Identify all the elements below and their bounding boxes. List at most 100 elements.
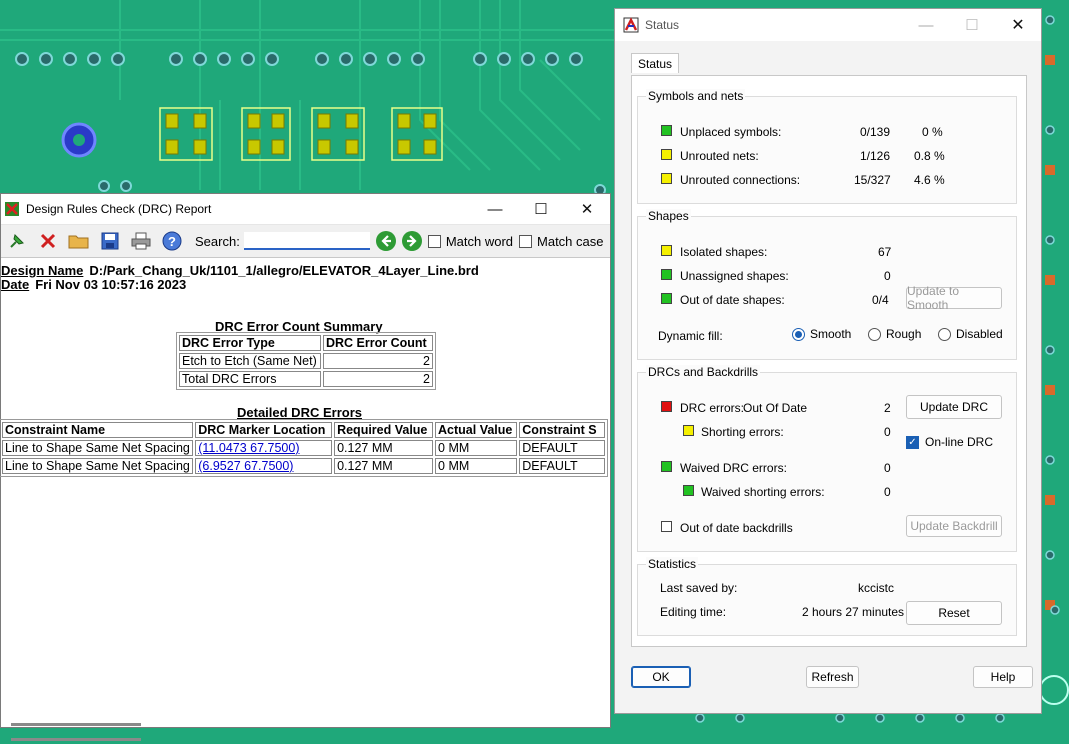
- search-input[interactable]: [243, 232, 370, 250]
- status-window: Status — ☐ ✕ Status Symbols and nets Unp…: [614, 8, 1042, 714]
- statistics-group: Statistics Last saved by: kccistc Editin…: [637, 557, 1017, 636]
- waived-value: 0: [884, 461, 891, 475]
- rough-radio[interactable]: Rough: [868, 327, 921, 341]
- unrouted-nets-label: Unrouted nets:: [680, 149, 759, 163]
- table-header: DRC Marker Location: [195, 422, 333, 438]
- drc-report-window: Design Rules Check (DRC) Report — ☐ ✕ ? …: [0, 193, 611, 741]
- save-icon[interactable]: [96, 227, 124, 255]
- radio-dot[interactable]: [792, 327, 805, 341]
- drc-window-title: Design Rules Check (DRC) Report: [26, 202, 212, 216]
- rough-label: Rough: [886, 327, 922, 341]
- design-name-label: Design Name: [1, 263, 84, 278]
- table-row: Line to Shape Same Net Spacing (6.9527 6…: [2, 458, 605, 474]
- smooth-radio[interactable]: Smooth: [792, 327, 851, 341]
- help-button[interactable]: Help: [973, 666, 1033, 688]
- table-header: DRC Error Type: [179, 335, 321, 351]
- date-value: Fri Nov 03 10:57:16 2023: [35, 277, 187, 292]
- table-header: Actual Value: [435, 422, 518, 438]
- symbols-nets-group: Symbols and nets Unplaced symbols: 0/139…: [637, 89, 1017, 204]
- unrouted-conn-label: Unrouted connections:: [680, 173, 801, 187]
- table-cell[interactable]: (11.0473 67.7500): [195, 440, 333, 456]
- delete-icon[interactable]: [34, 227, 62, 255]
- status-indicator-red: [661, 401, 672, 412]
- online-drc-label: On-line DRC: [925, 435, 994, 449]
- scrollbar-thumb[interactable]: [11, 738, 141, 741]
- search-next-button[interactable]: [401, 231, 422, 251]
- refresh-button[interactable]: Refresh: [806, 666, 859, 688]
- horizontal-scrollbar[interactable]: [11, 714, 286, 741]
- disabled-label: Disabled: [956, 327, 1003, 341]
- maximize-button[interactable]: ☐: [518, 194, 564, 224]
- outdated-shapes-value: 0/4: [872, 293, 889, 307]
- waived-label: Waived DRC errors:: [680, 461, 787, 475]
- match-case-checkbox[interactable]: Match case: [519, 234, 604, 249]
- shapes-group: Shapes Isolated shapes: 67 Unassigned sh…: [637, 209, 1017, 360]
- drc-titlebar[interactable]: Design Rules Check (DRC) Report — ☐ ✕: [1, 194, 610, 225]
- pin-icon[interactable]: [3, 227, 31, 255]
- unassigned-value: 0: [884, 269, 891, 283]
- radio-dot[interactable]: [868, 327, 881, 341]
- table-cell: 2: [323, 371, 433, 387]
- online-drc-checkbox[interactable]: ✓ On-line DRC: [906, 435, 993, 449]
- table-cell: DEFAULT: [519, 458, 605, 474]
- match-word-label: Match word: [445, 233, 514, 249]
- search-label: Search:: [195, 233, 240, 249]
- table-cell: 0 MM: [435, 458, 518, 474]
- close-button[interactable]: ✕: [995, 10, 1041, 40]
- close-button[interactable]: ✕: [564, 194, 610, 224]
- drc-marker-link[interactable]: (11.0473 67.7500): [198, 441, 299, 455]
- status-indicator-yellow: [661, 173, 672, 184]
- unplaced-pct: 0 %: [922, 125, 943, 139]
- group-title: Symbols and nets: [646, 89, 746, 103]
- summary-table: DRC Error Type DRC Error Count Etch to E…: [176, 332, 436, 390]
- unrouted-conn-pct: 4.6 %: [914, 173, 945, 187]
- table-cell: Total DRC Errors: [179, 371, 321, 387]
- smooth-label: Smooth: [810, 327, 852, 341]
- table-header: Constraint S: [519, 422, 605, 438]
- tab-status[interactable]: Status: [631, 53, 680, 73]
- table-cell[interactable]: (6.9527 67.7500): [195, 458, 333, 474]
- checkbox-box[interactable]: [519, 234, 533, 248]
- table-header-row: Constraint Name DRC Marker Location Requ…: [2, 422, 605, 438]
- drc-marker-link[interactable]: (6.9527 67.7500): [198, 459, 293, 473]
- maximize-button[interactable]: ☐: [949, 10, 995, 40]
- table-cell: DEFAULT: [519, 440, 605, 456]
- checkbox-checked-icon[interactable]: ✓: [906, 435, 919, 449]
- shorting-value: 0: [884, 425, 891, 439]
- scrollbar-track[interactable]: [11, 723, 141, 726]
- table-cell: 0 MM: [435, 440, 518, 456]
- table-cell: 2: [323, 353, 433, 369]
- unplaced-count: 0/139: [860, 125, 891, 139]
- drc-report-content: Design Name D:/Park_Chang_Uk/1101_1/alleg…: [0, 258, 610, 741]
- help-icon[interactable]: ?: [158, 227, 186, 255]
- table-header: Constraint Name: [2, 422, 194, 438]
- table-header-row: DRC Error Type DRC Error Count: [179, 335, 433, 351]
- radio-dot[interactable]: [938, 327, 951, 341]
- print-icon[interactable]: [127, 227, 155, 255]
- update-to-smooth-button[interactable]: Update to Smooth: [906, 284, 1002, 312]
- disabled-radio[interactable]: Disabled: [938, 327, 1003, 341]
- design-name-line: Design Name D:/Park_Chang_Uk/1101_1/alleg…: [1, 263, 479, 278]
- open-folder-icon[interactable]: [65, 227, 93, 255]
- checkbox-box[interactable]: [427, 234, 441, 248]
- unrouted-nets-count: 1/126: [860, 149, 891, 163]
- shorting-label: Shorting errors:: [701, 425, 784, 439]
- search-previous-button[interactable]: [375, 231, 396, 251]
- minimize-button[interactable]: —: [472, 194, 518, 224]
- drcs-backdrills-group: DRCs and Backdrills DRC errors: Out Of D…: [637, 365, 1017, 552]
- last-saved-label: Last saved by:: [660, 581, 738, 595]
- table-row: Line to Shape Same Net Spacing (11.0473 …: [2, 440, 605, 456]
- minimize-button[interactable]: —: [903, 10, 949, 40]
- editing-time-label: Editing time:: [660, 605, 727, 619]
- ok-button[interactable]: OK: [631, 666, 691, 688]
- update-backdrill-button[interactable]: Update Backdrill: [906, 515, 1002, 537]
- outdated-shapes-label: Out of date shapes:: [680, 293, 785, 307]
- reset-button[interactable]: Reset: [906, 601, 1002, 625]
- table-cell: Line to Shape Same Net Spacing: [2, 440, 194, 456]
- unassigned-label: Unassigned shapes:: [680, 269, 789, 283]
- match-word-checkbox[interactable]: Match word: [427, 233, 514, 249]
- update-drc-button[interactable]: Update DRC: [906, 395, 1002, 419]
- status-titlebar[interactable]: Status — ☐ ✕: [615, 9, 1041, 41]
- isolated-value: 67: [878, 245, 892, 259]
- status-indicator-green: [661, 269, 672, 280]
